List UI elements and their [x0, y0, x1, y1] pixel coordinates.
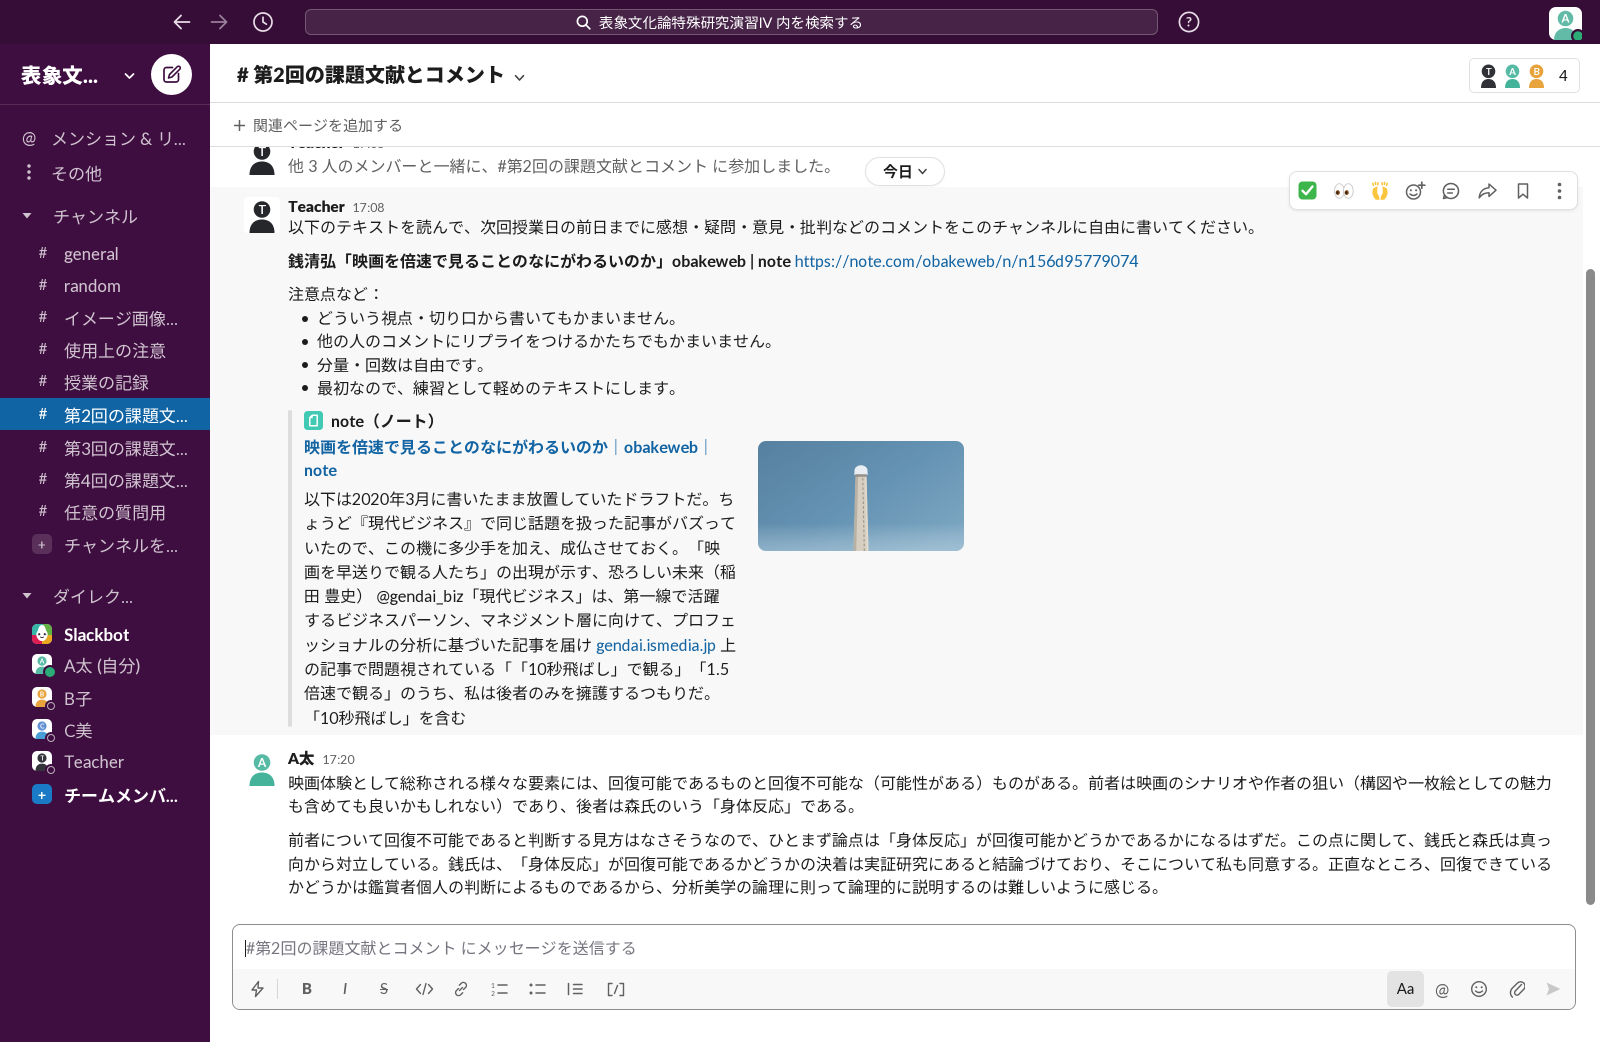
svg-text:A: A [257, 755, 267, 770]
svg-text:T: T [258, 147, 266, 159]
svg-text:2: 2 [491, 991, 495, 997]
svg-text:A: A [1508, 66, 1516, 77]
svg-text:T: T [258, 202, 266, 217]
svg-text:B: B [1533, 66, 1539, 77]
svg-text:A: A [39, 657, 45, 665]
svg-text:T: T [39, 754, 44, 762]
svg-text:A: A [1561, 13, 1571, 26]
svg-text:B: B [40, 690, 44, 698]
svg-text:T: T [1486, 66, 1492, 77]
svg-text:C: C [40, 722, 44, 730]
svg-text:1: 1 [491, 983, 495, 990]
svg-text:?: ? [1186, 14, 1192, 30]
